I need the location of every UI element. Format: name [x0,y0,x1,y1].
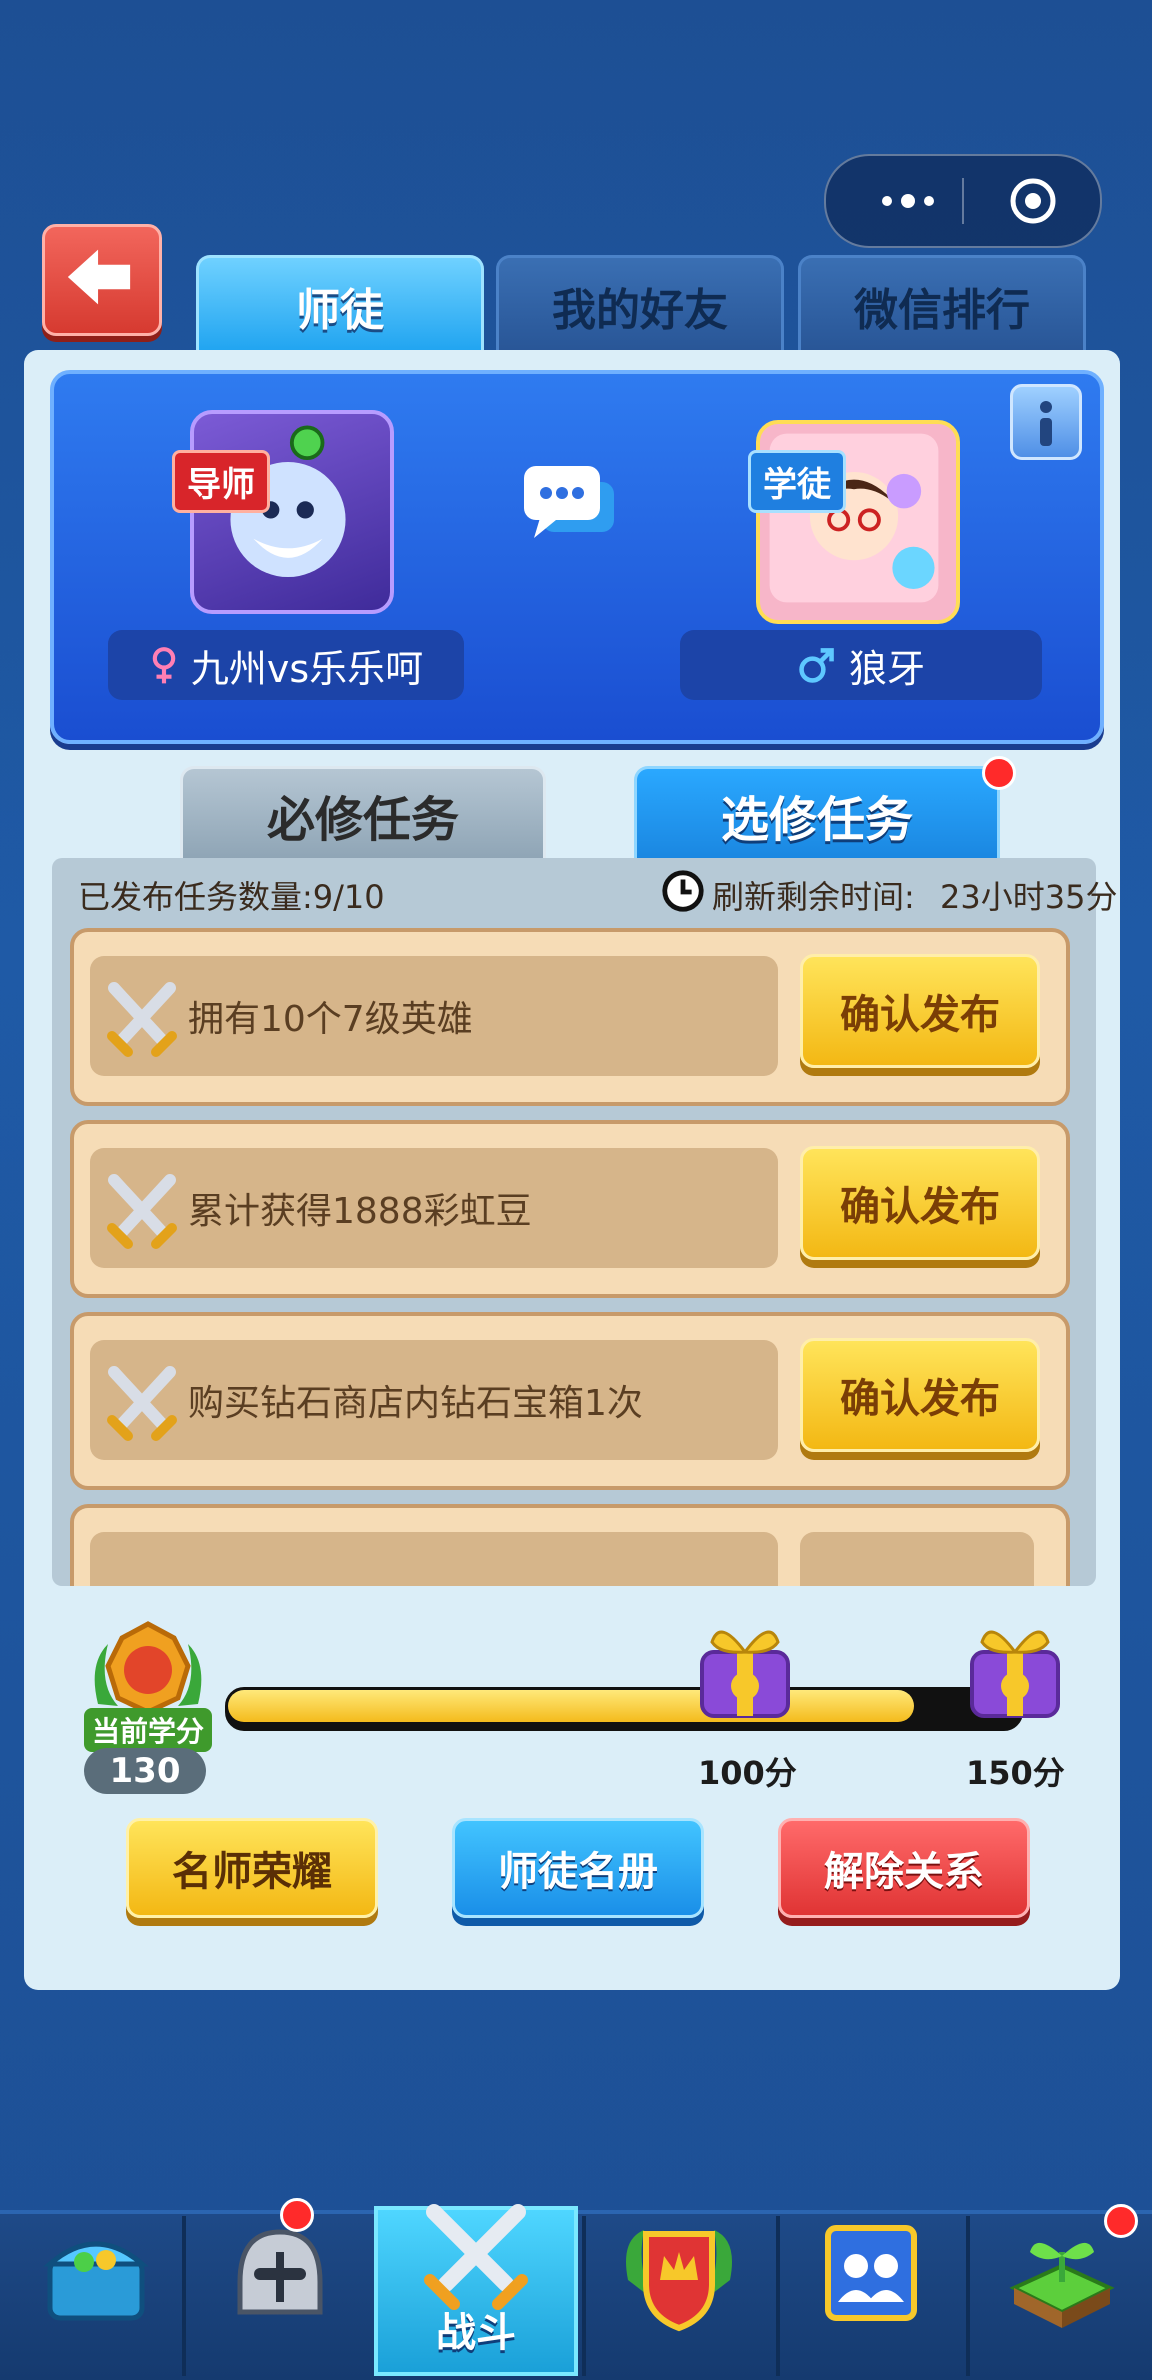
apprentice-name-pill: 狼牙 [680,630,1042,700]
task-text: 购买钻石商店内钻石宝箱1次 [188,1383,643,1424]
mini-program-capsule [824,154,1102,248]
mentor-role-tag: 导师 [172,450,270,513]
capsule-divider [962,178,964,224]
current-credit-value: 130 [84,1748,206,1794]
chat-bubble-icon[interactable] [520,460,620,550]
task-content: 累计获得1888彩虹豆 [90,1148,778,1268]
nav-divider [776,2216,780,2376]
nav-item-heroes[interactable] [220,2212,340,2332]
female-icon [152,647,176,684]
refresh-time: 23小时35分 [940,878,1118,916]
clock-icon [660,868,708,916]
more-dots-icon[interactable] [868,178,948,224]
info-icon [1040,401,1052,446]
task-content: 购买钻石商店内钻石宝箱1次 [90,1340,778,1460]
tab-elective-tasks[interactable]: 选修任务 [634,766,1000,861]
friends-banner-icon [825,2225,917,2321]
tab-mentorship[interactable]: 师徒 [196,255,484,354]
tab-required-tasks[interactable]: 必修任务 [180,766,546,861]
task-row-partial [70,1504,1070,1586]
task-row: 累计获得1888彩虹豆 确认发布 [70,1120,1070,1298]
nav-divider [582,2216,586,2376]
apprentice-role-tag: 学徒 [748,450,846,513]
task-text: 拥有10个7级英雄 [188,999,473,1040]
milestone-100-label: 100分 [698,1754,797,1792]
tab-wechat-ranking[interactable]: 微信排行 [798,255,1086,354]
crossed-swords-icon [107,1174,177,1249]
task-row: 购买钻石商店内钻石宝箱1次 确认发布 [70,1312,1070,1490]
tab-my-friends[interactable]: 我的好友 [496,255,784,354]
nav-item-clan[interactable] [614,2220,744,2332]
battle-swords-icon [416,2200,536,2310]
nav-divider [182,2216,186,2376]
refresh-label: 刷新剩余时间: [712,878,915,916]
dissolve-relationship-button[interactable]: 解除关系 [778,1818,1030,1918]
treasure-chest-icon [43,2241,149,2321]
sprout-island-icon [1009,2242,1115,2328]
published-count: 已发布任务数量:9/10 [78,878,385,916]
task-content: 拥有10个7级英雄 [90,956,778,1076]
crossed-swords-icon [107,1366,177,1441]
knight-helmet-icon [237,2229,323,2315]
famous-mentor-honor-button[interactable]: 名师荣耀 [126,1818,378,1918]
nav-item-garden[interactable] [1000,2212,1124,2334]
confirm-publish-button[interactable]: 确认发布 [800,954,1040,1068]
task-text: 累计获得1888彩虹豆 [188,1191,532,1232]
task-row: 拥有10个7级英雄 确认发布 [70,928,1070,1106]
reward-chest-100-icon[interactable] [690,1618,800,1722]
confirm-publish-button[interactable]: 确认发布 [800,1338,1040,1452]
nav-divider [966,2216,970,2376]
crown-shield-icon [626,2230,732,2332]
confirm-publish-button[interactable]: 确认发布 [800,1146,1040,1260]
current-credit-label: 当前学分 [84,1708,213,1752]
heroes-notification-dot [280,2198,314,2232]
elective-notification-dot [982,756,1016,790]
info-button[interactable] [1010,384,1082,460]
garden-notification-dot [1104,2204,1138,2238]
nav-battle-label: 战斗 [436,2310,516,2356]
reward-chest-150-icon[interactable] [960,1618,1070,1722]
mentor-name-pill: 九州vs乐乐呵 [108,630,464,700]
target-circle-icon[interactable] [1008,176,1058,226]
mentorship-roster-button[interactable]: 师徒名册 [452,1818,704,1918]
nav-item-social[interactable] [810,2216,932,2334]
nav-item-shop[interactable] [36,2216,156,2332]
task-info-row: 已发布任务数量:9/10 刷新剩余时间: 23小时35分 [78,868,1118,916]
back-button[interactable] [42,224,162,336]
milestone-150-label: 150分 [966,1754,1065,1792]
male-icon [799,648,834,683]
crossed-swords-icon [107,982,177,1057]
credit-progress-fill [228,1690,914,1722]
back-arrow-icon [67,249,131,305]
